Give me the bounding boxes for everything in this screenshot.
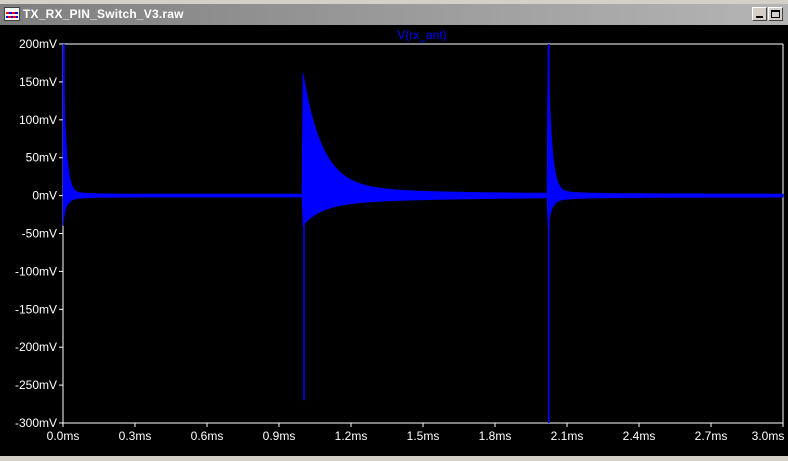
x-tick-label: 3.0ms [752, 429, 785, 443]
plot-pane[interactable]: V(rx_ant) 200mV 150mV 100mV 50mV 0mV -50mV -10… [0, 25, 788, 456]
y-tick-label: -150mV [15, 302, 57, 316]
restore-icon [771, 10, 780, 18]
x-tick-label: 1.2ms [335, 429, 368, 443]
y-tick-label: 0mV [32, 189, 57, 203]
minimize-icon [756, 16, 763, 18]
title-bar[interactable]: TX_RX_PIN_Switch_V3.raw [0, 4, 788, 25]
x-tick-label: 2.1ms [551, 429, 584, 443]
x-tick-label: 0.6ms [191, 429, 224, 443]
minimize-button[interactable] [752, 7, 767, 21]
y-tick-label: 200mV [19, 37, 57, 51]
restore-button[interactable] [768, 7, 783, 21]
waveform-viewer-window: TX_RX_PIN_Switch_V3.raw V(rx_ant) 200mV 1… [0, 0, 788, 456]
x-axis-ticks: 0.0ms 0.3ms 0.6ms 0.9ms 1.2ms 1.5ms 1.8ms 2.1ms… [47, 423, 785, 443]
trace-title[interactable]: V(rx_ant) [397, 28, 446, 42]
x-tick-label: 1.8ms [479, 429, 512, 443]
x-tick-label: 1.5ms [407, 429, 440, 443]
waveform-plot[interactable]: V(rx_ant) 200mV 150mV 100mV 50mV 0mV -50mV -10… [0, 25, 788, 456]
trace-v-rx-ant[interactable] [62, 43, 784, 423]
x-tick-label: 0.0ms [47, 429, 80, 443]
y-axis-ticks: 200mV 150mV 100mV 50mV 0mV -50mV -100mV -150mV -… [15, 37, 63, 430]
y-tick-label: -100mV [15, 264, 57, 278]
y-tick-label: 50mV [26, 151, 57, 165]
y-tick-label: -200mV [15, 340, 57, 354]
waveform-icon [4, 7, 20, 21]
x-tick-label: 2.7ms [695, 429, 728, 443]
x-tick-label: 0.9ms [263, 429, 296, 443]
y-tick-label: 150mV [19, 75, 57, 89]
x-tick-label: 0.3ms [119, 429, 152, 443]
window-title: TX_RX_PIN_Switch_V3.raw [23, 7, 184, 21]
y-tick-label: -250mV [15, 378, 57, 392]
x-tick-label: 2.4ms [623, 429, 656, 443]
trace-envelope[interactable] [62, 43, 784, 227]
y-tick-label: -50mV [22, 227, 57, 241]
y-tick-label: 100mV [19, 113, 57, 127]
y-tick-label: -300mV [15, 416, 57, 430]
